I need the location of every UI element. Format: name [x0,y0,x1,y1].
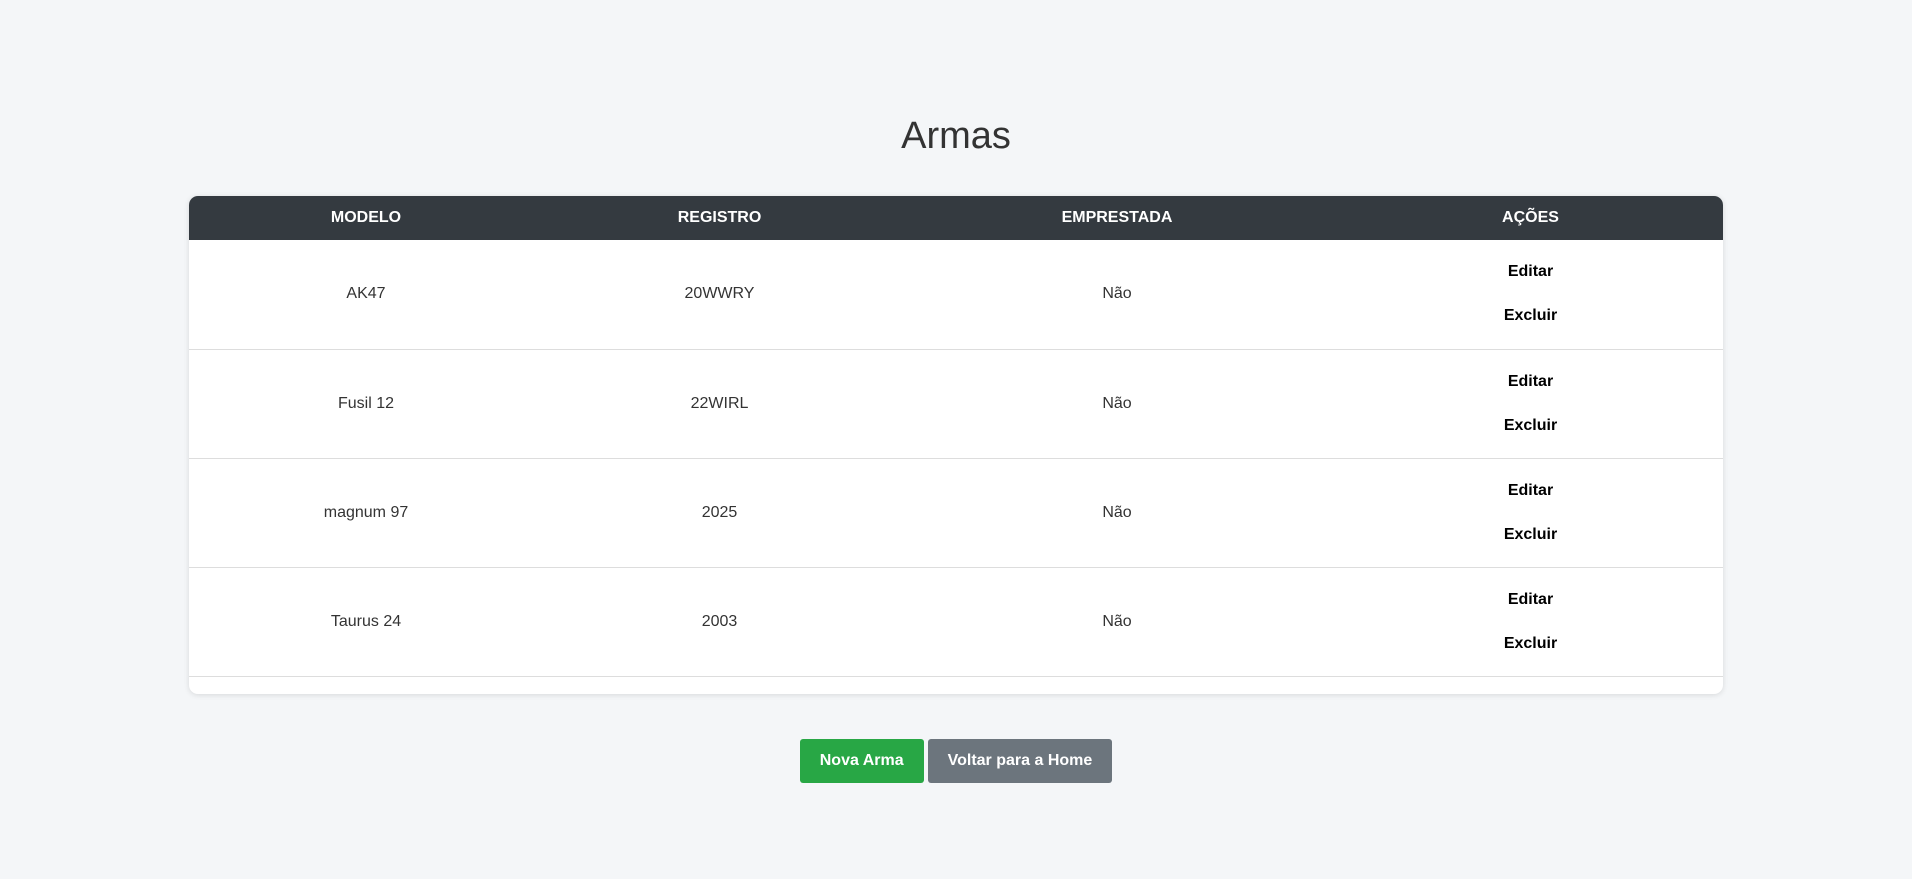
cell-modelo: magnum 97 [323,503,409,521]
column-header-registro: REGISTRO [677,209,762,226]
delete-link[interactable]: Excluir [1338,634,1723,654]
edit-link[interactable]: Editar [1338,262,1723,282]
back-home-button[interactable]: Voltar para a Home [927,739,1113,783]
delete-link[interactable]: Excluir [1338,416,1723,436]
column-header-emprestada: EMPRESTADA [1061,209,1173,226]
cell-emprestada: Não [1102,285,1132,303]
cell-actions: Editar Excluir [1338,349,1723,458]
delete-link[interactable]: Excluir [1338,525,1723,545]
cell-actions: Editar Excluir [1338,240,1723,349]
cell-modelo: AK47 [346,285,386,303]
cell-registro: 22WIRL [690,394,749,412]
table-row: AK47 20WWRY Não Editar Excluir [189,240,1723,349]
edit-link[interactable]: Editar [1338,590,1723,610]
table-row: magnum 97 2025 Não Editar Excluir [189,458,1723,567]
cell-registro: 20WWRY [684,285,755,303]
new-weapon-button[interactable]: Nova Arma [799,739,924,783]
delete-link[interactable]: Excluir [1338,306,1723,326]
edit-link[interactable]: Editar [1338,372,1723,392]
table-header: MODELO REGISTRO EMPRESTADA AÇÕES [189,196,1723,240]
edit-link[interactable]: Editar [1338,481,1723,501]
cell-registro: 2025 [701,503,738,521]
column-header-acoes: AÇÕES [1502,209,1559,226]
weapons-table: MODELO REGISTRO EMPRESTADA AÇÕES AK47 20… [189,196,1723,677]
cell-actions: Editar Excluir [1338,458,1723,567]
table-row: Fusil 12 22WIRL Não Editar Excluir [189,349,1723,458]
cell-registro: 2003 [701,612,738,630]
cell-actions: Editar Excluir [1338,567,1723,676]
cell-modelo: Taurus 24 [330,612,402,630]
page-title: Armas [901,115,1011,157]
cell-emprestada: Não [1102,612,1132,630]
table-body: AK47 20WWRY Não Editar Excluir Fusil 12 … [189,240,1723,676]
column-header-modelo: MODELO [330,209,402,226]
cell-emprestada: Não [1102,394,1132,412]
weapons-table-card: MODELO REGISTRO EMPRESTADA AÇÕES AK47 20… [189,196,1723,694]
cell-emprestada: Não [1102,503,1132,521]
button-bar: Nova Arma Voltar para a Home [0,739,1912,783]
table-row: Taurus 24 2003 Não Editar Excluir [189,567,1723,676]
cell-modelo: Fusil 12 [337,394,395,412]
table-header-row: MODELO REGISTRO EMPRESTADA AÇÕES [189,196,1723,240]
